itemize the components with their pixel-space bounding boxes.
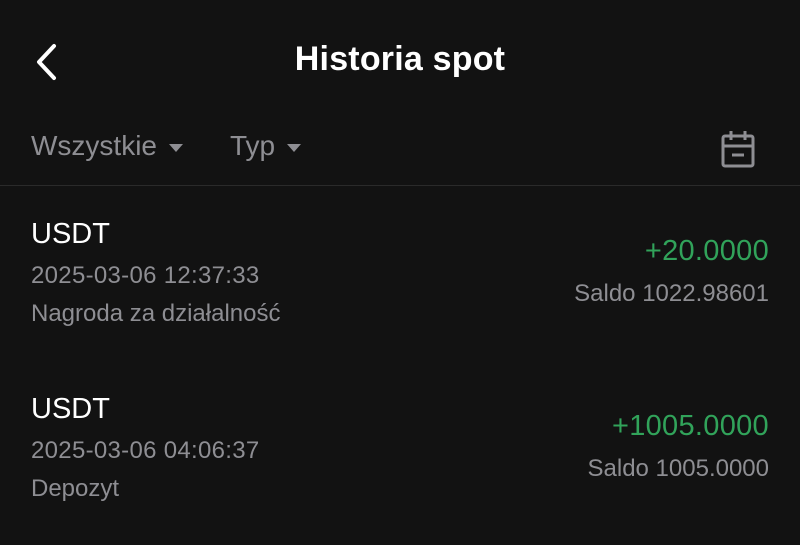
transaction-amount: +20.0000 — [644, 235, 769, 267]
transaction-amount: +1005.0000 — [611, 410, 769, 442]
transaction-balance: Saldo 1005.0000 — [587, 455, 770, 482]
transaction-asset: USDT — [31, 218, 110, 250]
transaction-asset: USDT — [31, 393, 110, 425]
page-title: Historia spot — [294, 40, 506, 78]
transaction-datetime: 2025-03-06 12:37:33 — [31, 262, 260, 289]
filter-type-label: Typ — [230, 130, 276, 161]
filter-all-dropdown[interactable]: Wszystkie — [31, 130, 183, 162]
caret-down-icon — [169, 143, 183, 152]
top-bar: Historia spot — [0, 0, 800, 125]
transaction-datetime: 2025-03-06 04:06:37 — [31, 437, 260, 464]
calendar-icon — [721, 131, 755, 168]
date-filter-button[interactable] — [718, 128, 758, 170]
transaction-balance: Saldo 1022.98601 — [574, 280, 769, 307]
transaction-description: Nagroda za działalność — [31, 300, 281, 327]
caret-down-icon — [287, 143, 302, 152]
transaction-description: Depozyt — [31, 475, 120, 502]
transaction-row[interactable]: USDT 2025-03-06 04:06:37 Depozyt +1005.0… — [0, 385, 800, 545]
transaction-row[interactable]: USDT 2025-03-06 12:37:33 Nagroda za dzia… — [0, 210, 800, 370]
filter-type-dropdown[interactable]: Typ — [230, 130, 302, 162]
divider — [0, 185, 800, 186]
filter-bar: Wszystkie Typ — [0, 120, 800, 185]
filter-all-label: Wszystkie — [31, 130, 157, 161]
